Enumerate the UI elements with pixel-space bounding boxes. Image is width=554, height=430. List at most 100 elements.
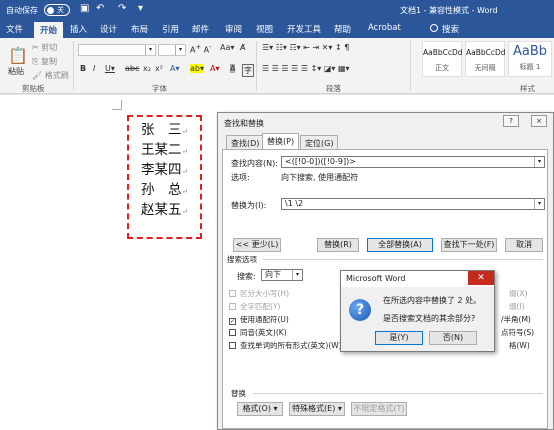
change-case-icon[interactable]: Aa▾ xyxy=(220,43,234,52)
wildcards-checkbox[interactable]: ✓ 使用通配符(U) xyxy=(229,314,289,325)
tab-design[interactable]: 设计 xyxy=(100,23,117,35)
save-icon[interactable]: ▣ xyxy=(80,3,89,14)
less-button[interactable]: << 更少(L) xyxy=(233,238,281,252)
style-heading-1[interactable]: AaBb 标题 1 xyxy=(508,41,552,77)
tab-mailings[interactable]: 邮件 xyxy=(192,23,209,35)
tab-references[interactable]: 引用 xyxy=(162,23,179,35)
alignment-icons[interactable]: ☰ ☰ ☰ ☰ ☰ ↕▾ ◪▾ ▦▾ xyxy=(262,64,350,73)
width-fragment[interactable]: /半角(M) xyxy=(501,314,531,325)
match-prefix-fragment[interactable]: 缀(X) xyxy=(509,288,528,299)
format-button[interactable]: 格式(O) ▾ xyxy=(237,402,283,416)
document-line: 赵某五↵ xyxy=(141,202,189,218)
paragraph-group-label: 段落 xyxy=(326,84,341,93)
cancel-button[interactable]: 取消 xyxy=(505,238,543,252)
match-case-checkbox[interactable]: 区分大小写(H) xyxy=(229,288,289,299)
match-suffix-fragment[interactable]: 缀(I) xyxy=(509,301,525,312)
copy-button[interactable]: ⎘ 复制 xyxy=(32,56,57,67)
tab-view[interactable]: 视图 xyxy=(256,23,273,35)
cut-button[interactable]: ✂ 剪切 xyxy=(32,42,57,53)
clipboard-group-label: 剪贴板 xyxy=(22,84,45,93)
undo-icon[interactable]: ↶ xyxy=(96,3,104,14)
find-label: 查找内容(N): xyxy=(231,159,278,168)
document-line: 张 三↵ xyxy=(141,122,189,138)
ribbon: 📋 粘贴 ✂ 剪切 ⎘ 复制 🖌 格式刷 剪贴板 ▾ ▾ A+ A- Aa▾ A… xyxy=(0,38,554,94)
no-button[interactable]: 否(N) xyxy=(429,331,477,345)
message-close-button[interactable]: ✕ xyxy=(468,271,494,285)
autosave-label: 自动保存 xyxy=(6,6,38,15)
bold-button[interactable]: B xyxy=(80,64,86,73)
search-box[interactable]: 搜索 xyxy=(430,23,459,35)
character-shading-icon[interactable]: A xyxy=(230,64,236,73)
search-options-title: 搜索选项 xyxy=(227,255,257,264)
document-title: 文档1 - 兼容性模式 - Word xyxy=(400,6,498,15)
tab-goto[interactable]: 定位(G) xyxy=(300,135,339,149)
redo-icon[interactable]: ↷ xyxy=(118,3,126,14)
superscript-button[interactable]: x² xyxy=(155,64,163,73)
search-icon xyxy=(430,24,438,32)
dialog-close-button[interactable]: × xyxy=(531,115,547,127)
tab-acrobat[interactable]: Acrobat xyxy=(368,23,401,33)
options-value: 向下搜索, 使用通配符 xyxy=(281,173,359,182)
tab-file[interactable]: 文件 xyxy=(6,23,23,35)
tab-help[interactable]: 帮助 xyxy=(334,23,351,35)
message-line-1: 在所选内容中替换了 2 处。 xyxy=(383,296,482,305)
font-name-combo[interactable]: ▾ xyxy=(78,44,156,56)
tab-developer[interactable]: 开发工具 xyxy=(287,23,321,35)
replace-label: 替换为(I): xyxy=(231,201,267,210)
clear-format-icon[interactable]: A̸ xyxy=(240,43,245,52)
style-normal[interactable]: AaBbCcDd 正文 xyxy=(422,41,463,77)
replace-input[interactable]: \1 \2 ▾ xyxy=(281,198,545,210)
message-line-2: 是否搜索文档的其余部分? xyxy=(383,314,476,323)
font-size-combo[interactable]: ▾ xyxy=(158,44,186,56)
margin-marker xyxy=(112,100,122,110)
sounds-like-checkbox[interactable]: 同音(英文)(K) xyxy=(229,327,287,338)
tab-find[interactable]: 查找(D) xyxy=(226,135,265,149)
find-next-button[interactable]: 查找下一处(F) xyxy=(441,238,497,252)
underline-button[interactable]: U▾ xyxy=(105,64,115,73)
document-line: 孙 总↵ xyxy=(141,182,189,198)
italic-button[interactable]: I xyxy=(93,64,95,73)
highlight-icon[interactable]: ab▾ xyxy=(190,64,204,73)
search-direction-select[interactable]: 向下 ▾ xyxy=(261,269,303,281)
replace-all-button[interactable]: 全部替换(A) xyxy=(367,238,433,252)
find-input[interactable]: <([!0-0])([!0-9])> ▾ xyxy=(281,156,545,168)
font-color-icon[interactable]: A▾ xyxy=(210,64,220,73)
title-bar: 自动保存 关 ▣ ↶ ↷ ▾ 文档1 - 兼容性模式 - Word xyxy=(0,0,554,20)
styles-group-label: 样式 xyxy=(520,84,535,93)
whitespace-fragment[interactable]: 格(W) xyxy=(509,340,530,351)
customize-quick-access-icon[interactable]: ▾ xyxy=(138,3,143,14)
question-icon: ? xyxy=(349,299,371,321)
replace-button[interactable]: 替换(R) xyxy=(317,238,359,252)
grow-font-icon[interactable]: A+ A- xyxy=(190,43,211,55)
ribbon-tabs: 文件 开始 插入 设计 布局 引用 邮件 审阅 视图 开发工具 帮助 Acrob… xyxy=(0,20,554,38)
paste-icon[interactable]: 📋 xyxy=(8,46,28,65)
text-effects-icon[interactable]: A▾ xyxy=(170,64,180,73)
document-line: 李某四↵ xyxy=(141,162,189,178)
special-button[interactable]: 特殊格式(E) ▾ xyxy=(289,402,345,416)
bullets-icon[interactable]: ☰▾ ☷▾ ☶▾ ⇤ ⇥ ✕▾ ↕ ¶ xyxy=(262,43,349,52)
tab-review[interactable]: 审阅 xyxy=(225,23,242,35)
dialog-title: 查找和替换 xyxy=(224,119,264,128)
search-direction-label: 搜索: xyxy=(237,272,256,281)
autosave-toggle[interactable]: 关 xyxy=(44,4,70,16)
punctuation-fragment[interactable]: 点符号(S) xyxy=(501,327,534,338)
yes-button[interactable]: 是(Y) xyxy=(375,331,423,345)
help-button[interactable]: ? xyxy=(503,115,519,127)
strikethrough-button[interactable]: abc xyxy=(125,64,139,73)
font-group-label: 字体 xyxy=(152,84,167,93)
tab-insert[interactable]: 插入 xyxy=(70,23,87,35)
text-box[interactable]: 张 三↵ 王某二↵ 李某四↵ 孙 总↵ 赵某五↵ xyxy=(127,115,202,239)
format-painter-button[interactable]: 🖌 格式刷 xyxy=(32,70,69,81)
tab-replace[interactable]: 替换(P) xyxy=(262,133,300,150)
enclose-char-icon[interactable]: 字 xyxy=(242,64,254,77)
style-no-spacing[interactable]: AaBbCcDd 无间隔 xyxy=(465,41,506,77)
no-formatting-button[interactable]: 不限定格式(T) xyxy=(351,402,407,416)
paste-button[interactable]: 粘贴 xyxy=(8,66,24,77)
subscript-button[interactable]: x₂ xyxy=(143,64,151,73)
all-word-forms-checkbox[interactable]: 查找单词的所有形式(英文)(W) xyxy=(229,340,342,351)
document-line: 王某二↵ xyxy=(141,142,189,158)
tab-home[interactable]: 开始 xyxy=(34,22,64,38)
tab-layout[interactable]: 布局 xyxy=(131,23,148,35)
whole-word-checkbox[interactable]: 全字匹配(Y) xyxy=(229,301,280,312)
message-box: Microsoft Word ✕ ? 在所选内容中替换了 2 处。 是否搜索文档… xyxy=(340,270,495,352)
